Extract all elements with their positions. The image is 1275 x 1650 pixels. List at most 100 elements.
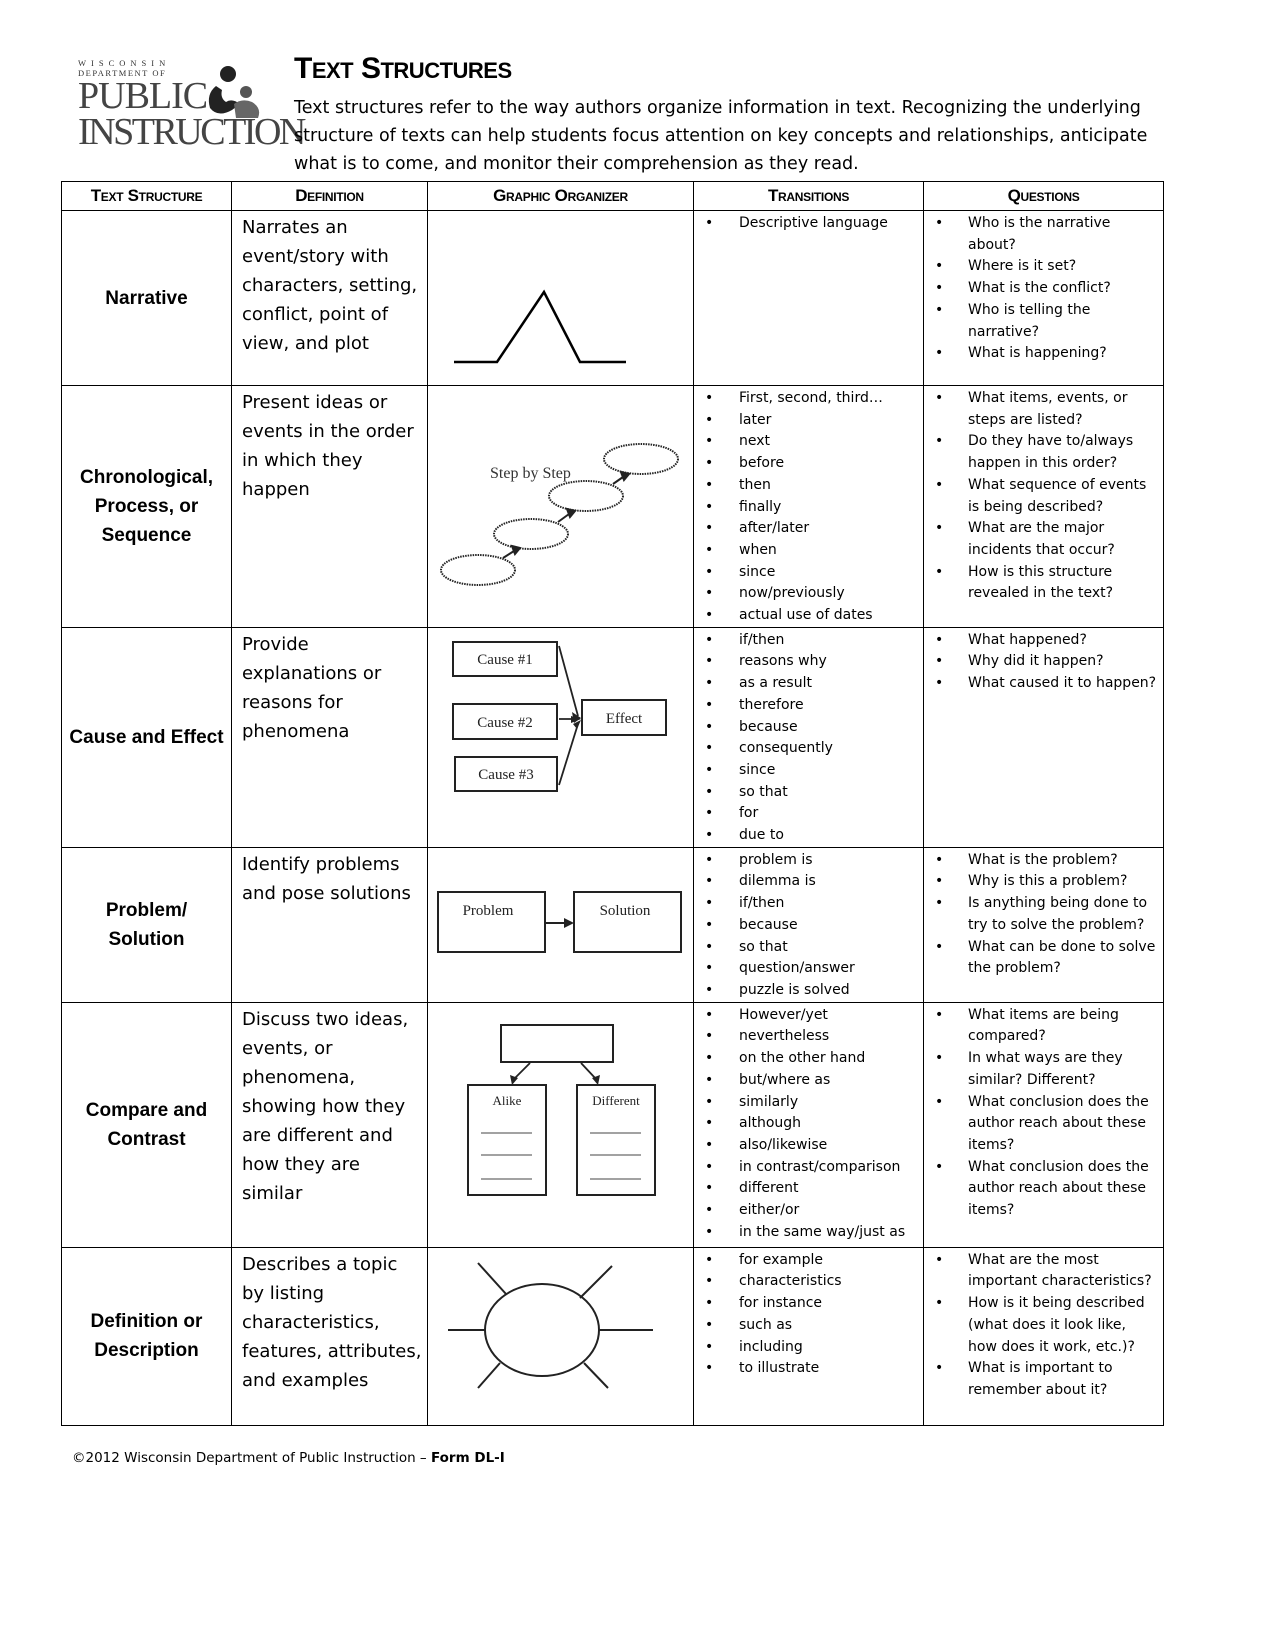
header-questions: Questions: [923, 181, 1164, 211]
list-item: What items, events, or steps are listed?: [924, 388, 1163, 431]
list-item: How is this structure revealed in the te…: [924, 562, 1163, 605]
different-label: Different: [592, 1093, 640, 1108]
cause-effect-icon: Cause #1 Cause #2 Cause #3 Effect: [452, 640, 667, 792]
effect-label: Effect: [606, 711, 643, 727]
list-item: reasons why: [694, 651, 923, 673]
questions-cell: What items, events, or steps are listed?…: [923, 385, 1164, 628]
list-item: to illustrate: [694, 1358, 923, 1380]
table-row: Chronological, Process, or Sequence Pres…: [61, 385, 1164, 628]
list-item: What can be done to solve the problem?: [924, 937, 1163, 980]
transitions-cell: First, second, third… later next before …: [693, 385, 924, 628]
problem-solution-icon: Problem Solution: [437, 890, 682, 953]
list-item: since: [694, 760, 923, 782]
list-item: for instance: [694, 1293, 923, 1315]
list-item: such as: [694, 1315, 923, 1337]
step-by-step-label: Step by Step: [490, 465, 571, 482]
dpi-logo: WISCONSIN DEPARTMENT OF PUBLIC INSTRUCTI…: [78, 58, 306, 163]
list-item: Descriptive language: [694, 213, 923, 235]
list-item: for: [694, 803, 923, 825]
list-item: due to: [694, 825, 923, 847]
definition-cell: Provide explanations or reasons for phen…: [231, 626, 428, 848]
header-text-structure: Text Structure: [61, 181, 232, 211]
copyright-footer: ©2012 Wisconsin Department of Public Ins…: [72, 1450, 505, 1466]
list-item: now/previously: [694, 583, 923, 605]
form-id: Form DL-I: [430, 1450, 505, 1466]
cause-2-label: Cause #2: [477, 715, 532, 731]
definition-cell: Discuss two ideas, events, or phenomena,…: [231, 1001, 428, 1248]
list-item: similarly: [694, 1092, 923, 1114]
list-item: What happened?: [924, 630, 1163, 652]
list-item: What are the most important characterist…: [924, 1250, 1163, 1293]
questions-cell: What is the problem? Why is this a probl…: [923, 846, 1164, 1003]
list-item: What items are being compared?: [924, 1005, 1163, 1048]
list-item: What sequence of events is being describ…: [924, 475, 1163, 518]
table-row: Compare and Contrast Discuss two ideas, …: [61, 1001, 1164, 1248]
list-item: if/then: [694, 893, 923, 915]
text-structures-table: Text Structure Definition Graphic Organi…: [61, 181, 1164, 1426]
list-item: also/likewise: [694, 1135, 923, 1157]
list-item: if/then: [694, 630, 923, 652]
list-item: so that: [694, 782, 923, 804]
structure-narrative: Narrative: [61, 210, 232, 386]
table-header-row: Text Structure Definition Graphic Organi…: [61, 181, 1164, 211]
structure-chronological: Chronological, Process, or Sequence: [61, 385, 232, 628]
list-item: in contrast/comparison: [694, 1157, 923, 1179]
list-item: before: [694, 453, 923, 475]
list-item: dilemma is: [694, 871, 923, 893]
list-item: in the same way/just as: [694, 1222, 923, 1244]
list-item: because: [694, 717, 923, 739]
list-item: What caused it to happen?: [924, 673, 1163, 695]
list-item: then: [694, 475, 923, 497]
structure-definition-description: Definition or Description: [61, 1246, 232, 1426]
transitions-cell: for example characteristics for instance…: [693, 1246, 924, 1426]
questions-cell: What happened? Why did it happen? What c…: [923, 626, 1164, 848]
narrative-arc-icon: [454, 289, 626, 364]
problem-label: Problem: [463, 903, 514, 919]
list-item: after/later: [694, 518, 923, 540]
list-item: In what ways are they similar? Different…: [924, 1048, 1163, 1091]
list-item: What is the problem?: [924, 850, 1163, 872]
list-item: different: [694, 1178, 923, 1200]
organizer-cell: Cause #1 Cause #2 Cause #3 Effect: [427, 626, 694, 848]
list-item: nevertheless: [694, 1026, 923, 1048]
solution-label: Solution: [600, 903, 651, 919]
cause-3-label: Cause #3: [478, 767, 533, 783]
transitions-cell: Descriptive language: [693, 210, 924, 386]
header-definition: Definition: [231, 181, 428, 211]
transitions-cell: problem is dilemma is if/then because so…: [693, 846, 924, 1003]
list-item: Why is this a problem?: [924, 871, 1163, 893]
intro-paragraph: Text structures refer to the way authors…: [294, 98, 1148, 174]
header-graphic-organizer: Graphic Organizer: [427, 181, 694, 211]
list-item: as a result: [694, 673, 923, 695]
list-item: Is anything being done to try to solve t…: [924, 893, 1163, 936]
list-item: Who is telling the narrative?: [924, 300, 1163, 343]
list-item: finally: [694, 497, 923, 519]
list-item: but/where as: [694, 1070, 923, 1092]
list-item: characteristics: [694, 1271, 923, 1293]
list-item: Why did it happen?: [924, 651, 1163, 673]
web-diagram-icon: [448, 1262, 653, 1389]
structure-problem-solution: Problem/ Solution: [61, 846, 232, 1003]
list-item: However/yet: [694, 1005, 923, 1027]
list-item: on the other hand: [694, 1048, 923, 1070]
copyright-text: ©2012 Wisconsin Department of Public Ins…: [72, 1450, 431, 1466]
reading-figures-icon: [208, 66, 260, 118]
list-item: How is it being described (what does it …: [924, 1293, 1163, 1358]
list-item: actual use of dates: [694, 605, 923, 627]
definition-cell: Present ideas or events in the order in …: [231, 385, 428, 628]
header-transitions: Transitions: [693, 181, 924, 211]
list-item: What is happening?: [924, 343, 1163, 365]
list-item: question/answer: [694, 958, 923, 980]
definition-cell: Narrates an event/story with characters,…: [231, 210, 428, 386]
list-item: for example: [694, 1250, 923, 1272]
compare-contrast-icon: Alike Different: [467, 1023, 656, 1196]
definition-cell: Identify problems and pose solutions: [231, 846, 428, 1003]
list-item: What conclusion does the author reach ab…: [924, 1092, 1163, 1157]
organizer-cell: Step by Step: [427, 385, 694, 628]
organizer-cell: [427, 1246, 694, 1426]
list-item: What is important to remember about it?: [924, 1358, 1163, 1401]
list-item: although: [694, 1113, 923, 1135]
list-item: so that: [694, 937, 923, 959]
transitions-cell: However/yet nevertheless on the other ha…: [693, 1001, 924, 1248]
table-row: Definition or Description Describes a to…: [61, 1246, 1164, 1426]
